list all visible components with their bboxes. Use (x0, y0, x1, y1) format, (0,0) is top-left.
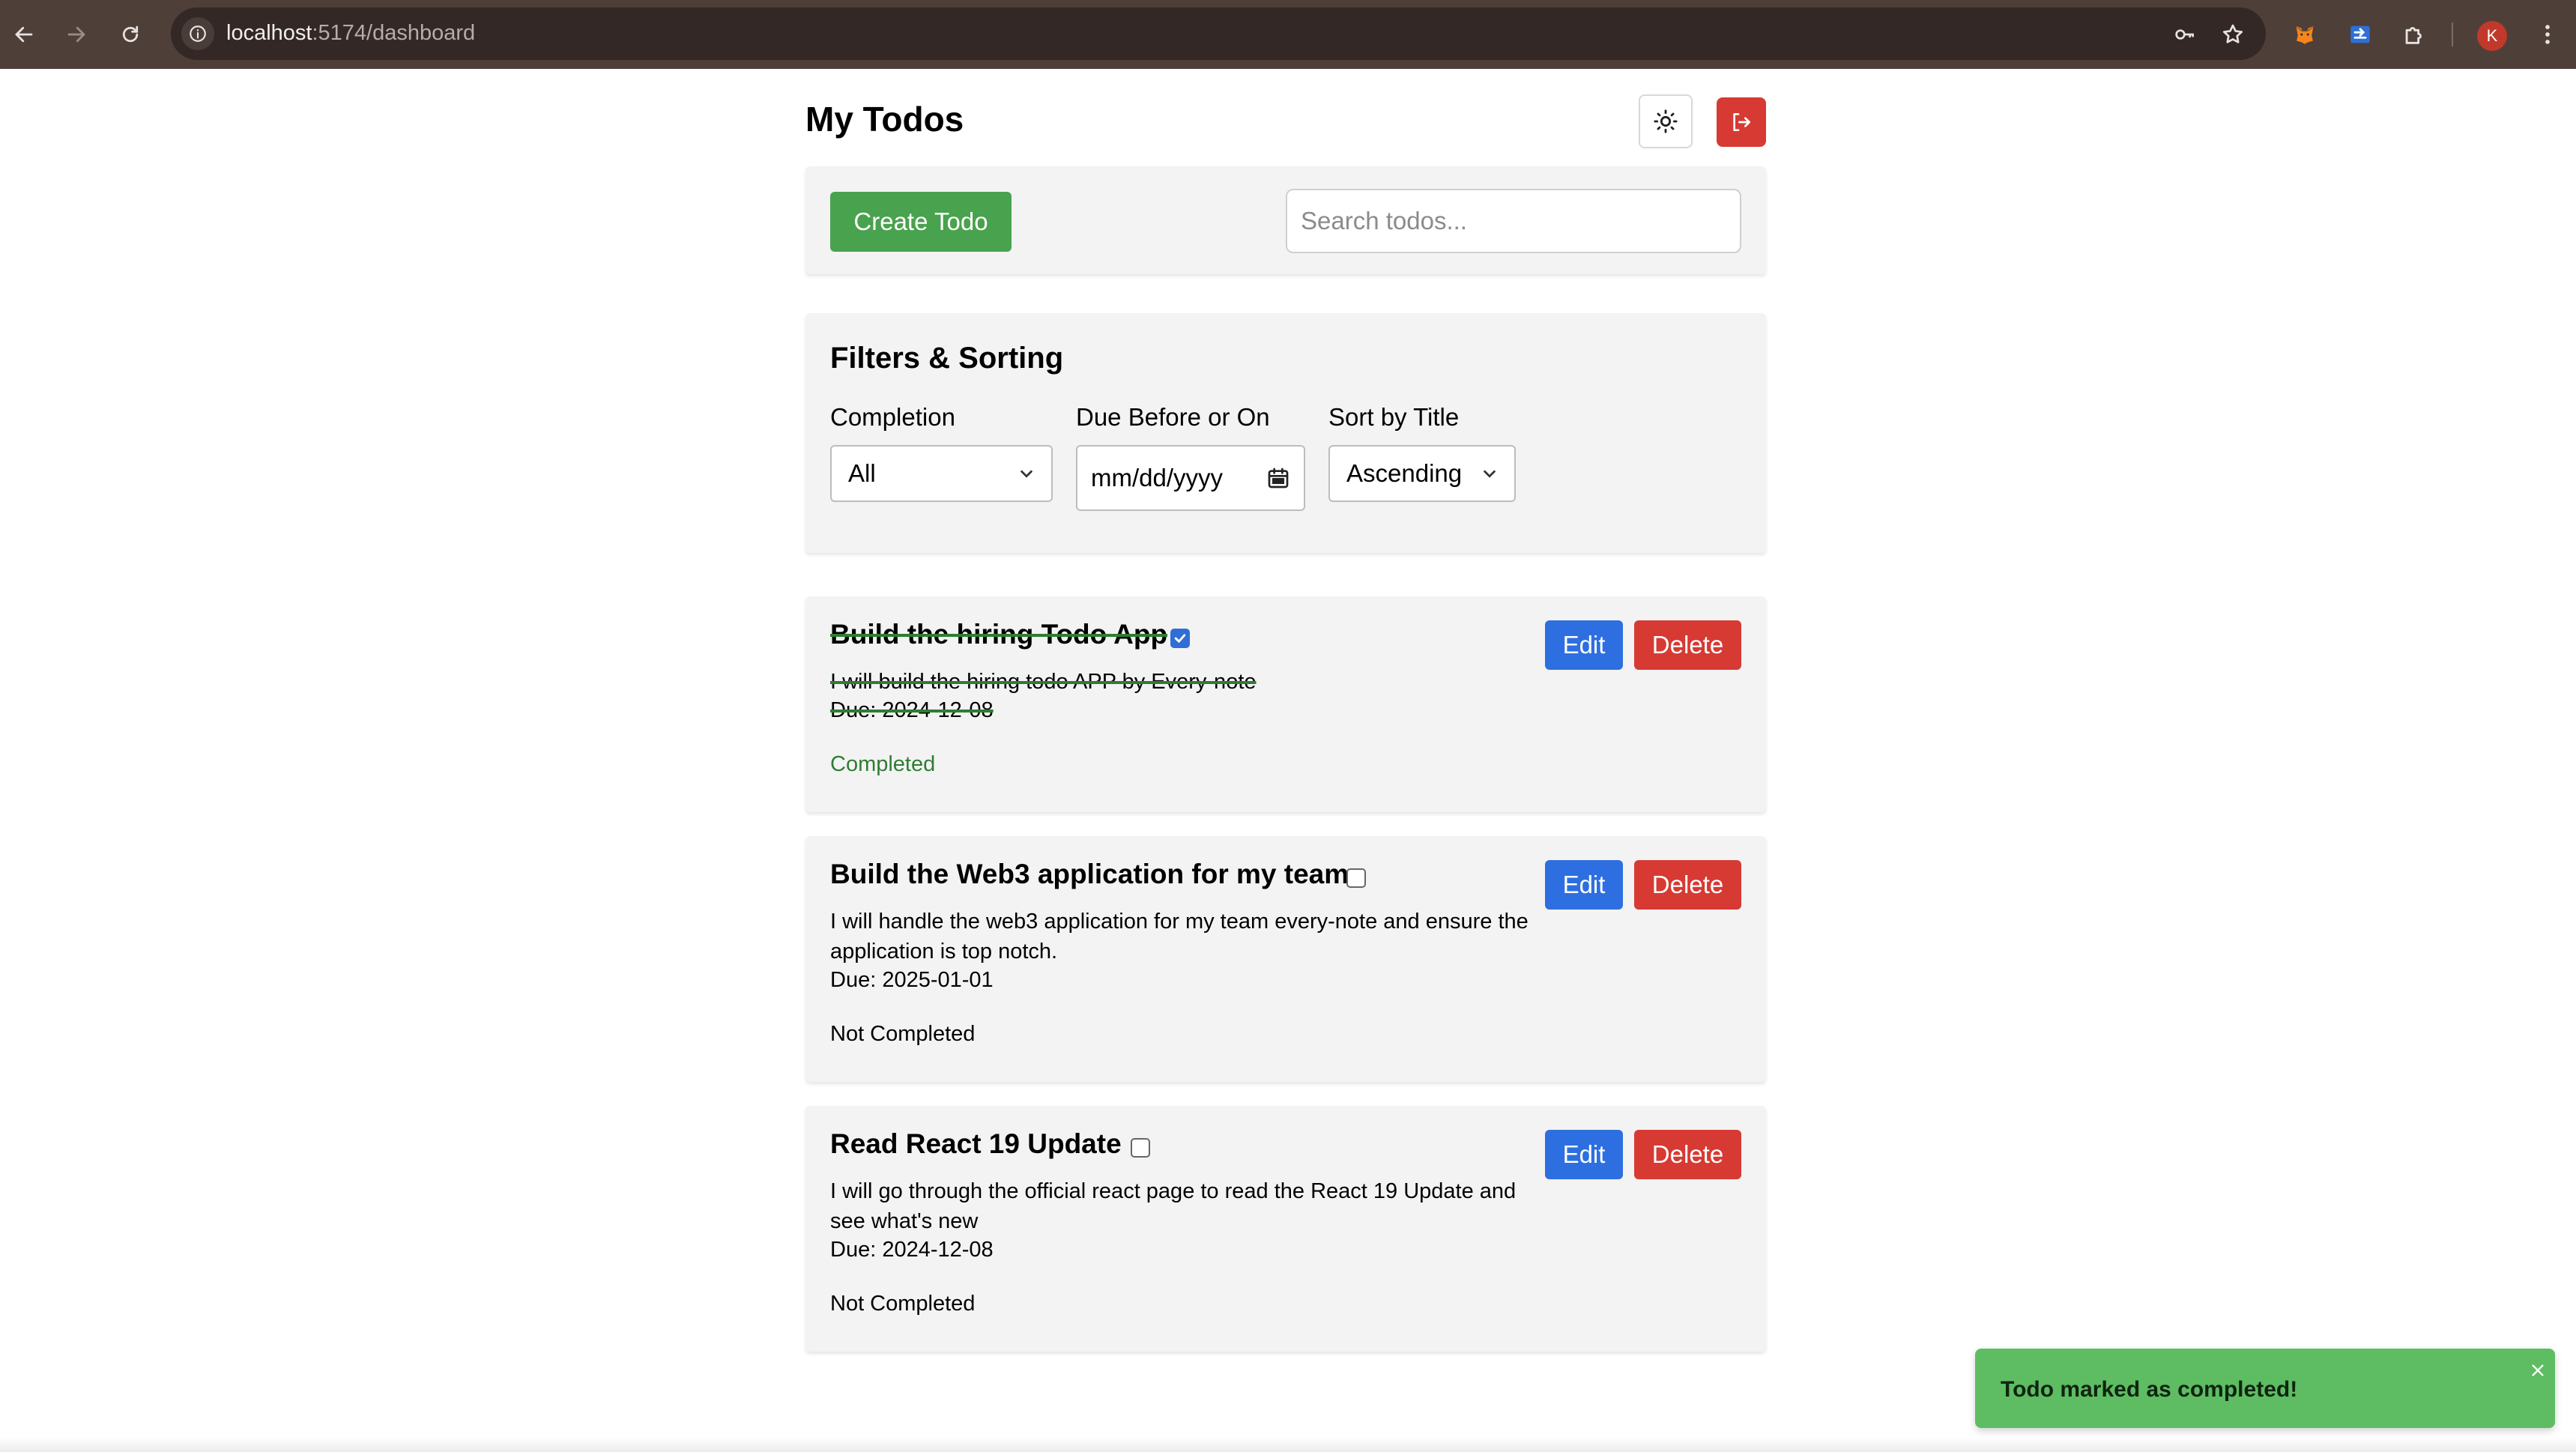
close-icon[interactable] (2527, 1359, 2549, 1382)
cast-extension-icon[interactable] (2342, 16, 2378, 52)
reload-icon[interactable] (112, 16, 148, 52)
edit-button[interactable]: Edit (1545, 860, 1623, 910)
todo-status: Completed (830, 752, 936, 776)
todo-card: Read React 19 Update I will go through t… (805, 1106, 1766, 1352)
todo-title: Build the Web3 application for my team (830, 859, 1349, 889)
completion-label: Completion (830, 403, 955, 431)
url-text[interactable]: localhost:5174/dashboard (226, 21, 475, 46)
bookmark-star-icon[interactable] (2216, 18, 2249, 51)
todo-due-date: Due: 2024-12-08 (830, 698, 994, 722)
filters-title: Filters & Sorting (830, 342, 1064, 375)
todo-complete-checkbox[interactable] (1346, 868, 1366, 888)
edit-button[interactable]: Edit (1545, 1130, 1623, 1179)
toolbar-divider (2452, 22, 2453, 46)
todo-description: I will build the hiring todo APP by Ever… (830, 670, 1257, 694)
profile-avatar[interactable]: K (2477, 21, 2507, 51)
address-bar[interactable]: localhost:5174/dashboard (171, 7, 2266, 60)
kebab-menu-icon[interactable] (2530, 16, 2566, 52)
url-host: localhost (226, 21, 312, 45)
todo-due-date: Due: 2025-01-01 (830, 968, 994, 992)
extensions-puzzle-icon[interactable] (2396, 16, 2432, 52)
calendar-icon[interactable] (1266, 466, 1290, 490)
sort-value: Ascending (1346, 459, 1463, 487)
browser-toolbar: localhost:5174/dashboard K (0, 0, 2576, 69)
sun-icon (1654, 109, 1678, 133)
todo-card: Build the Web3 application for my team I… (805, 836, 1766, 1082)
sort-label: Sort by Title (1328, 403, 1460, 431)
todo-card: Build the hiring Todo App I will build t… (805, 596, 1766, 812)
create-todo-button[interactable]: Create Todo (830, 192, 1012, 252)
site-info-icon[interactable] (181, 17, 214, 50)
delete-button[interactable]: Delete (1634, 860, 1741, 910)
todo-description: I will handle the web3 application for m… (830, 910, 1529, 964)
page-bottom-edge (0, 1437, 2576, 1452)
chevron-down-icon (1484, 470, 1496, 478)
password-key-icon[interactable] (2168, 18, 2201, 51)
todo-complete-checkbox[interactable] (1170, 629, 1190, 648)
delete-button[interactable]: Delete (1634, 620, 1741, 670)
back-icon[interactable] (6, 16, 42, 52)
toast-message: Todo marked as completed! (2001, 1377, 2298, 1402)
due-date-placeholder: mm/dd/yyyy (1091, 464, 1224, 491)
theme-toggle-button[interactable] (1639, 94, 1693, 148)
completion-select[interactable]: All (830, 445, 1053, 502)
toolbar-panel: Create Todo (805, 166, 1766, 274)
todo-status: Not Completed (830, 1292, 976, 1316)
delete-button[interactable]: Delete (1634, 1130, 1741, 1179)
filters-panel: Filters & Sorting Completion All Due Bef… (805, 313, 1766, 553)
due-date-input[interactable]: mm/dd/yyyy (1076, 445, 1305, 511)
completion-value: All (848, 459, 876, 487)
check-icon (1174, 634, 1186, 643)
logout-button[interactable] (1717, 97, 1766, 147)
todo-status: Not Completed (830, 1022, 976, 1046)
toast-notification: Todo marked as completed! (1975, 1349, 2555, 1428)
todo-title: Read React 19 Update (830, 1128, 1122, 1159)
todo-due-date: Due: 2024-12-08 (830, 1238, 994, 1262)
edit-button[interactable]: Edit (1545, 620, 1623, 670)
sort-select[interactable]: Ascending (1328, 445, 1516, 502)
search-input[interactable] (1286, 189, 1741, 253)
url-path: :5174/dashboard (312, 21, 476, 45)
page-title: My Todos (805, 100, 964, 139)
todo-complete-checkbox[interactable] (1131, 1138, 1150, 1158)
logout-icon (1733, 113, 1750, 131)
metamask-extension-icon[interactable] (2287, 16, 2323, 52)
todo-description: I will go through the official react pag… (830, 1179, 1517, 1233)
todo-title: Build the hiring Todo App (830, 619, 1168, 650)
chevron-down-icon (1021, 470, 1032, 478)
due-date-label: Due Before or On (1076, 403, 1270, 431)
forward-icon[interactable] (58, 16, 94, 52)
